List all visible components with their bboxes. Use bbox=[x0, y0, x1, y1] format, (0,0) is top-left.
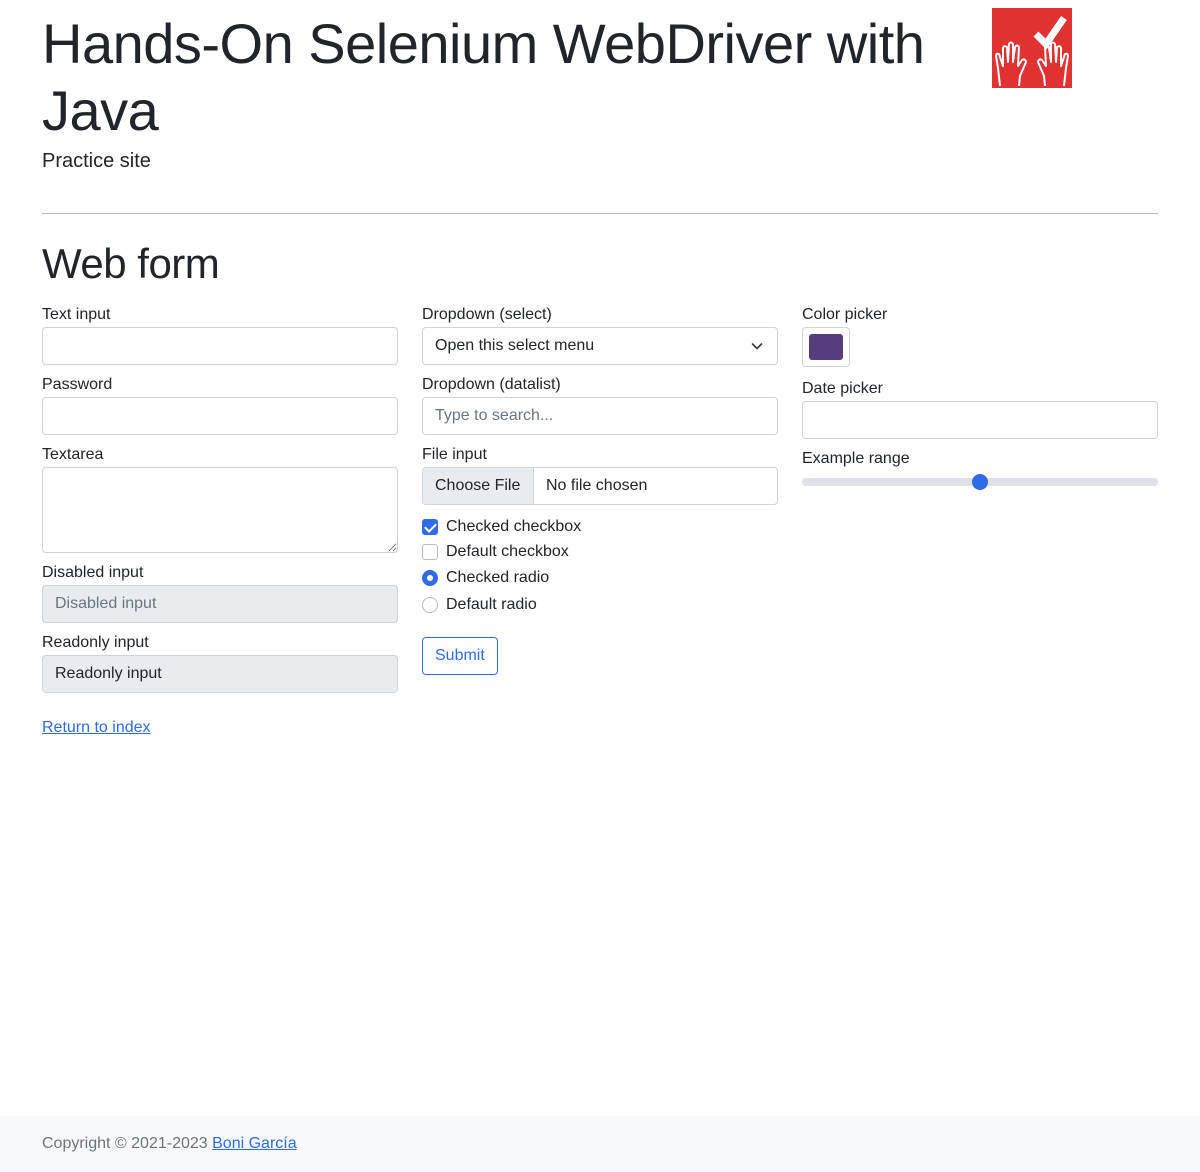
color-picker-label: Color picker bbox=[802, 306, 888, 323]
footer-text: Copyright © 2021-2023 Boni García bbox=[42, 1135, 297, 1153]
submit-button[interactable]: Submit bbox=[422, 637, 498, 675]
checkbox-default-row[interactable]: Default checkbox bbox=[422, 540, 778, 564]
disabled-input bbox=[42, 585, 398, 623]
password-input[interactable] bbox=[42, 397, 398, 435]
dropdown-datalist-label: Dropdown (datalist) bbox=[422, 376, 561, 393]
form-title: Web form bbox=[42, 240, 220, 287]
choose-file-button[interactable]: Choose File bbox=[423, 468, 534, 504]
readonly-input-label: Readonly input bbox=[42, 634, 149, 651]
checkbox-label: Checked checkbox bbox=[446, 518, 582, 535]
range-thumb[interactable] bbox=[972, 474, 988, 490]
range-label: Example range bbox=[802, 450, 910, 467]
password-label: Password bbox=[42, 376, 113, 393]
text-input-label: Text input bbox=[42, 306, 111, 323]
radio-label: Checked radio bbox=[446, 569, 550, 586]
textarea-input[interactable] bbox=[42, 467, 398, 553]
radio-label: Default radio bbox=[446, 596, 537, 613]
date-picker-label: Date picker bbox=[802, 380, 883, 397]
file-input[interactable]: Choose File No file chosen bbox=[422, 467, 778, 505]
copyright-text: Copyright © 2021-2023 bbox=[42, 1135, 208, 1152]
hands-checkmark-logo bbox=[992, 8, 1072, 88]
color-swatch bbox=[809, 334, 843, 360]
default-checkbox[interactable] bbox=[422, 544, 438, 560]
dropdown-select-value: Open this select menu bbox=[435, 337, 595, 354]
textarea-label: Textarea bbox=[42, 446, 104, 463]
form-column-middle: Dropdown (select) Open this select menu … bbox=[422, 305, 778, 675]
page-container: Hands-On Selenium WebDriver with Java Pr… bbox=[42, 0, 1158, 736]
chevron-down-icon bbox=[751, 343, 763, 350]
file-input-label: File input bbox=[422, 446, 487, 463]
page-title: Hands-On Selenium WebDriver with Java bbox=[42, 12, 925, 142]
radio-default-row[interactable]: Default radio bbox=[422, 592, 778, 618]
author-link[interactable]: Boni García bbox=[212, 1135, 296, 1152]
file-status: No file chosen bbox=[546, 477, 648, 494]
radio-checked-row[interactable]: Checked radio bbox=[422, 565, 778, 591]
readonly-input[interactable] bbox=[42, 655, 398, 693]
checked-radio[interactable] bbox=[422, 570, 438, 586]
checkbox-checked-row[interactable]: Checked checkbox bbox=[422, 515, 778, 539]
default-radio[interactable] bbox=[422, 597, 438, 613]
dropdown-select-label: Dropdown (select) bbox=[422, 306, 552, 323]
checked-checkbox[interactable] bbox=[422, 519, 438, 535]
form-column-left: Text input Password Textarea Disabled in… bbox=[42, 305, 398, 703]
form-column-right: Color picker Date picker Example range bbox=[802, 305, 1158, 490]
checkbox-label: Default checkbox bbox=[446, 543, 569, 560]
page-subtitle: Practice site bbox=[42, 150, 151, 172]
page-header: Hands-On Selenium WebDriver with Java Pr… bbox=[42, 0, 1158, 214]
dropdown-datalist-input[interactable] bbox=[422, 397, 778, 435]
text-input[interactable] bbox=[42, 327, 398, 365]
example-range-slider[interactable] bbox=[802, 473, 1158, 490]
disabled-input-label: Disabled input bbox=[42, 564, 144, 581]
dropdown-select[interactable]: Open this select menu bbox=[422, 327, 778, 365]
page-footer: Copyright © 2021-2023 Boni García bbox=[0, 1116, 1200, 1172]
return-to-index-link[interactable]: Return to index bbox=[42, 719, 151, 737]
date-picker-input[interactable] bbox=[802, 401, 1158, 439]
color-picker[interactable] bbox=[802, 327, 850, 367]
